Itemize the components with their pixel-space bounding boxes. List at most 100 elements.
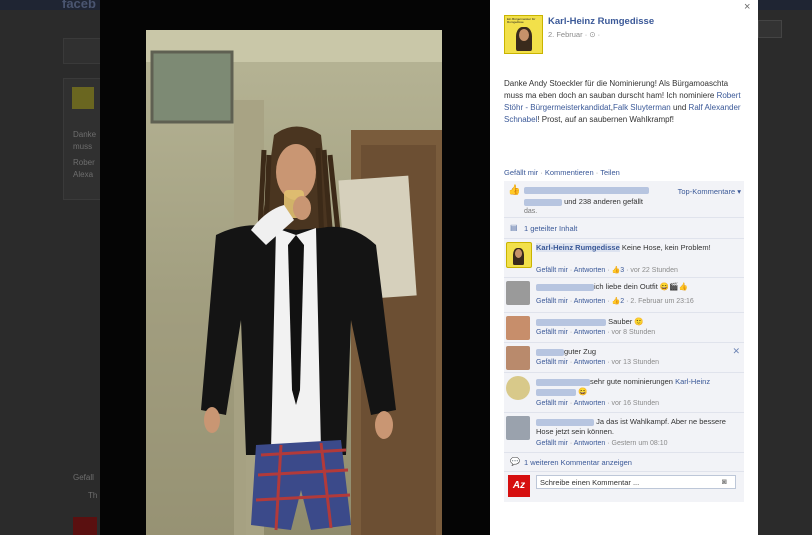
share-button[interactable]: Teilen — [600, 168, 620, 177]
comment-reply-button[interactable]: Antworten — [574, 359, 606, 366]
likes-row: 👍 und 238 anderen gefällt das. Top-Komme… — [504, 181, 744, 218]
comment-input-placeholder: Schreibe einen Kommentar ... — [540, 478, 640, 487]
background-card — [63, 38, 102, 64]
close-icon[interactable]: × — [744, 1, 750, 13]
background-text: Alexa — [73, 170, 94, 179]
comment-meta: Gefällt mir · Antworten · vor 16 Stunden — [536, 400, 659, 407]
comment-reply-button[interactable]: Antworten — [574, 298, 606, 305]
background-text: Rober — [73, 158, 95, 167]
comment-like-button[interactable]: Gefällt mir — [536, 329, 568, 336]
comment-meta: Gefällt mir · Antworten · vor 13 Stunden — [536, 359, 659, 366]
comment-time[interactable]: vor 8 Stunden — [612, 329, 656, 336]
comment-meta: Gefällt mir · Antworten · Gestern um 08:… — [536, 440, 668, 447]
mention-link[interactable]: Falk Sluyterman — [613, 103, 671, 112]
like-count-icon[interactable]: 👍2 — [612, 298, 625, 305]
comment-reply-button[interactable]: Antworten — [574, 329, 606, 336]
background-text: Th — [88, 491, 98, 500]
likes-count[interactable]: und 238 anderen gefällt — [524, 197, 643, 206]
comment-text: ich liebe dein Outfit 😄🎬👍 — [536, 282, 741, 292]
comment-reply-button[interactable]: Antworten — [574, 400, 606, 407]
comment-body: guter Zug — [564, 347, 597, 356]
background-text: Gefall — [73, 473, 94, 482]
comment-like-button[interactable]: Gefällt mir — [536, 440, 568, 447]
comment: sehr gute nominierungen Karl-Heinz 😄 Gef… — [504, 373, 744, 413]
comment-reply-button[interactable]: Antworten — [574, 440, 606, 447]
comment-avatar[interactable] — [506, 346, 530, 370]
background-card: Danke muss Rober Alexa — [63, 78, 102, 200]
comment-text: Ja das ist Wahlkampf. Aber ne bessere Ho… — [536, 417, 741, 437]
comment: Sauber 🙂 Gefällt mir · Antworten · vor 8… — [504, 313, 744, 343]
author-avatar[interactable]: Ein Bürgermeister für Rumgedisse — [504, 15, 543, 54]
background-text: muss — [73, 142, 93, 151]
like-button[interactable]: Gefällt mir — [504, 168, 538, 177]
shared-link[interactable]: 1 geteilter Inhalt — [524, 224, 577, 233]
like-count-icon[interactable]: 👍3 — [612, 267, 625, 274]
background-logo: faceb — [62, 0, 96, 11]
comment-body: ich liebe dein Outfit 😄🎬👍 — [594, 282, 688, 291]
comment-text: sehr gute nominierungen Karl-Heinz 😄 — [536, 377, 741, 397]
photo-image — [146, 30, 442, 535]
comment-input-row: Az Schreibe einen Kommentar ... ◙ — [504, 472, 744, 500]
comment-bubble-icon: 💬 — [510, 457, 520, 466]
comment-like-button[interactable]: Gefällt mir — [536, 359, 568, 366]
comment-text: Karl-Heinz Rumgedisse Keine Hose, kein P… — [536, 243, 741, 253]
comment: Karl-Heinz Rumgedisse Keine Hose, kein P… — [504, 239, 744, 278]
comment: ich liebe dein Outfit 😄🎬👍 Gefällt mir · … — [504, 278, 744, 313]
comment-avatar[interactable] — [506, 316, 530, 340]
comment-author[interactable]: Karl-Heinz Rumgedisse — [536, 243, 620, 252]
post-text-part: Danke Andy Stoeckler für die Nominierung… — [504, 79, 729, 100]
share-icon: ▤ — [510, 223, 518, 232]
mention-link[interactable]: Karl-Heinz — [675, 377, 710, 386]
thumbs-up-icon: 👍 — [508, 185, 521, 196]
comment-body: 😄 — [576, 387, 588, 396]
likers-names[interactable] — [524, 186, 649, 195]
post-actions: Gefällt mir · Kommentieren · Teilen — [504, 168, 620, 177]
comment-author[interactable] — [536, 348, 564, 356]
camera-icon[interactable]: ◙ — [722, 477, 727, 486]
comment-button[interactable]: Kommentieren — [545, 168, 594, 177]
post-meta: 2. Februar · ⊙ · — [548, 30, 600, 39]
comment-time[interactable]: Gestern um 08:10 — [612, 440, 668, 447]
view-more-row: 💬 1 weiteren Kommentar anzeigen — [504, 453, 744, 472]
comment-author[interactable] — [536, 418, 594, 426]
post-date[interactable]: 2. Februar — [548, 30, 583, 39]
shared-row: ▤ 1 geteilter Inhalt — [504, 218, 744, 239]
hide-comment-icon[interactable]: ✕ — [732, 346, 740, 357]
comments-section: 👍 und 238 anderen gefällt das. Top-Komme… — [504, 181, 744, 502]
background-button — [758, 20, 782, 38]
background-avatar — [72, 87, 94, 109]
author-name[interactable]: Karl-Heinz Rumgedisse — [548, 16, 654, 27]
comment: guter Zug Gefällt mir · Antworten · vor … — [504, 343, 744, 373]
comment-body: Keine Hose, kein Problem! — [621, 243, 711, 252]
comment-meta: Gefällt mir · Antworten · vor 8 Stunden — [536, 329, 656, 336]
comment-reply-button[interactable]: Antworten — [574, 267, 606, 274]
comment-text: Sauber 🙂 — [536, 317, 741, 327]
comment: Ja das ist Wahlkampf. Aber ne bessere Ho… — [504, 413, 744, 453]
comment-author[interactable] — [536, 318, 606, 326]
privacy-icon: · ⊙ · — [584, 30, 601, 39]
view-more-comments-link[interactable]: 1 weiteren Kommentar anzeigen — [524, 458, 632, 467]
comment-time[interactable]: vor 13 Stunden — [612, 359, 659, 366]
comment-input[interactable]: Schreibe einen Kommentar ... — [536, 475, 736, 489]
comment-like-button[interactable]: Gefällt mir — [536, 267, 568, 274]
comment-avatar[interactable] — [506, 281, 530, 305]
post-text: Danke Andy Stoeckler für die Nominierung… — [504, 78, 744, 126]
current-user-avatar: Az — [508, 475, 530, 497]
comment-avatar[interactable] — [506, 376, 530, 400]
comment-author[interactable] — [536, 283, 594, 291]
comment-time[interactable]: vor 16 Stunden — [612, 400, 659, 407]
comment-time[interactable]: 2. Februar um 23:16 — [630, 298, 693, 305]
comment-like-button[interactable]: Gefällt mir — [536, 298, 568, 305]
top-comments-dropdown[interactable]: Top-Kommentare ▾ — [678, 187, 741, 196]
likes-suffix: das. — [524, 208, 538, 215]
comment-avatar[interactable] — [506, 242, 532, 268]
comment-meta: Gefällt mir · Antworten · 👍2 · 2. Februa… — [536, 298, 694, 305]
photo[interactable] — [146, 30, 442, 535]
comment-avatar[interactable] — [506, 416, 530, 440]
comment-time[interactable]: vor 22 Stunden — [630, 267, 677, 274]
background-avatar — [73, 517, 97, 535]
post-text-part: ! Prost, auf an saubernen Wahlkrampf! — [537, 115, 675, 124]
comment-like-button[interactable]: Gefällt mir — [536, 400, 568, 407]
comment-author[interactable] — [536, 378, 590, 386]
comment-body: sehr gute nominierungen — [590, 377, 676, 386]
